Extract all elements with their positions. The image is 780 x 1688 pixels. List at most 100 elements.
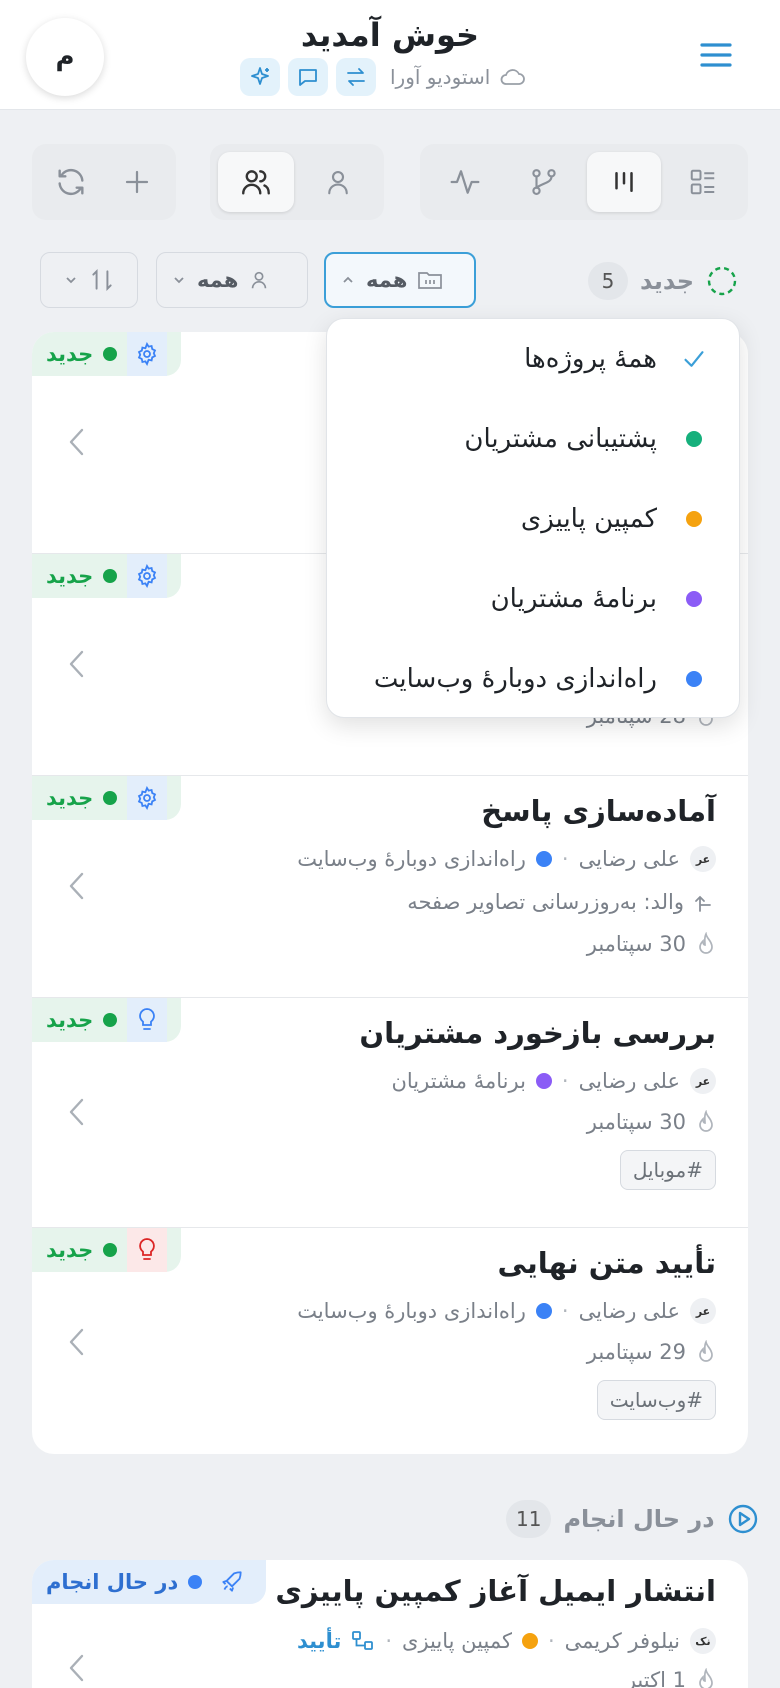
status-badge: در حال انجام — [32, 1560, 267, 1604]
status-badge: جدید — [32, 998, 182, 1042]
sparkle-icon — [251, 67, 269, 85]
project-color-dot — [686, 431, 702, 447]
task-card[interactable]: جدید تأیید متن نهایی عر علی رضایی · راه‌… — [32, 1228, 748, 1454]
team-scope-button[interactable] — [218, 152, 294, 212]
due-date: 30 سپتامبر — [587, 1110, 716, 1134]
assignee-avatar: عر — [690, 1068, 716, 1094]
flame-icon — [699, 932, 713, 954]
project-name: برنامهٔ مشتریان — [391, 1069, 526, 1093]
scope-toggle — [210, 144, 384, 220]
header-subrow: استودیو آورا — [240, 58, 526, 96]
refresh-icon — [58, 168, 84, 196]
parent-task: والد: به‌روزرسانی تصاویر صفحه — [407, 890, 716, 914]
dropdown-item-project[interactable]: کمپین پاییزی — [327, 479, 741, 559]
status-badge: جدید — [32, 776, 182, 820]
chat-button[interactable] — [288, 58, 328, 96]
activity-view-button[interactable] — [428, 152, 502, 212]
task-meta: عر علی رضایی · راه‌اندازی دوبارهٔ وب‌سای… — [297, 1298, 716, 1324]
page-title: خوش آمدید — [300, 16, 480, 54]
ai-sparkle-button[interactable] — [240, 58, 280, 96]
assignee-name: علی رضایی — [578, 1069, 680, 1093]
chevron-left-icon[interactable] — [62, 422, 92, 462]
dropdown-item-project[interactable]: راه‌اندازی دوبارهٔ وب‌سایت — [327, 639, 741, 719]
flame-icon — [699, 1668, 713, 1688]
due-date: 1 اکتبر — [626, 1668, 716, 1688]
hamburger-icon — [700, 43, 732, 67]
list-icon — [691, 169, 715, 195]
branch-view-button[interactable] — [508, 152, 582, 212]
task-tag[interactable]: #موبایل — [619, 1150, 716, 1190]
dropdown-item-project[interactable]: پشتیبانی مشتریان — [327, 399, 741, 479]
play-circle-icon — [728, 1504, 757, 1534]
chevron-left-icon[interactable] — [62, 1322, 92, 1362]
assignee-avatar: نک — [690, 1628, 716, 1654]
status-dot — [188, 1575, 203, 1589]
project-name: کمپین پاییزی — [402, 1629, 512, 1653]
users-icon — [242, 170, 270, 195]
project-filter-dropdown: همهٔ پروژه‌ها پشتیبانی مشتریان کمپین پای… — [326, 318, 740, 718]
task-meta: نک نیلوفر کریمی · کمپین پاییزی · تأیید — [297, 1628, 716, 1654]
plus-icon — [125, 170, 149, 194]
view-toggle — [420, 144, 748, 220]
workspace-name: استودیو آورا — [390, 65, 526, 89]
add-button[interactable] — [106, 152, 168, 212]
rocket-icon — [212, 1560, 252, 1604]
chevron-left-icon[interactable] — [62, 1092, 92, 1132]
task-card[interactable]: جدید آماده‌سازی پاسخ عر علی رضایی · راه‌… — [32, 776, 748, 998]
project-color-dot — [686, 511, 702, 527]
assignee-name: علی رضایی — [578, 1299, 680, 1323]
section-label: در حال انجام — [563, 1505, 715, 1533]
app-header: م خوش آمدید استودیو آورا — [0, 0, 780, 110]
dropdown-item-all-projects[interactable]: همهٔ پروژه‌ها — [327, 319, 741, 399]
project-color-dot — [686, 591, 702, 607]
dropdown-item-project[interactable]: برنامهٔ مشتریان — [327, 559, 741, 639]
assignee-avatar: عر — [690, 1298, 716, 1324]
status-dot — [103, 347, 118, 361]
project-color-dot — [686, 671, 702, 687]
in-progress-task-card[interactable]: در حال انجام انتشار ایمیل آغاز کمپین پای… — [32, 1560, 748, 1688]
assignee-name: علی رضایی — [578, 847, 680, 871]
board-view-button[interactable] — [587, 152, 661, 212]
task-meta: عر علی رضایی · راه‌اندازی دوبارهٔ وب‌سای… — [297, 846, 716, 872]
status-badge: جدید — [32, 332, 182, 376]
project-dot — [535, 1073, 552, 1089]
action-toolbar — [32, 144, 176, 220]
status-badge: جدید — [32, 554, 182, 598]
chevron-left-icon[interactable] — [62, 644, 92, 684]
status-new-icon — [707, 266, 737, 296]
user-avatar[interactable]: م — [26, 18, 104, 96]
task-title: تأیید متن نهایی — [497, 1246, 717, 1280]
sort-icon — [92, 268, 112, 292]
lightbulb-icon — [127, 998, 168, 1042]
task-title: آماده‌سازی پاسخ — [481, 794, 716, 828]
task-tag[interactable]: #وب‌سایت — [596, 1380, 716, 1420]
gear-icon — [127, 776, 168, 820]
personal-scope-button[interactable] — [300, 152, 376, 212]
chevron-left-icon[interactable] — [62, 866, 92, 906]
due-date: 30 سپتامبر — [587, 932, 716, 956]
workflow-icon — [352, 1631, 374, 1650]
gear-icon — [127, 554, 168, 598]
task-card[interactable]: جدید بررسی بازخورد مشتریان عر علی رضایی … — [32, 998, 748, 1228]
refresh-button[interactable] — [40, 152, 102, 212]
assignee-filter-value: همه — [197, 268, 239, 292]
status-dot — [103, 1243, 118, 1257]
task-title: انتشار ایمیل آغاز کمپین پاییزی — [275, 1574, 716, 1608]
approval-label[interactable]: تأیید — [297, 1629, 341, 1653]
flame-icon — [699, 1110, 713, 1132]
swap-arrows-icon — [347, 68, 365, 86]
assignee-filter[interactable]: همه — [156, 252, 308, 308]
chevron-left-icon[interactable] — [62, 1648, 92, 1688]
section-count: 11 — [506, 1500, 552, 1538]
project-dot — [521, 1633, 538, 1649]
sort-button[interactable] — [40, 252, 138, 308]
gear-icon — [127, 332, 168, 376]
project-filter[interactable]: همه — [324, 252, 476, 308]
project-dot — [535, 851, 552, 867]
status-dot — [103, 569, 118, 583]
chevron-down-icon — [66, 277, 76, 284]
chevron-up-icon — [343, 276, 353, 283]
list-view-button[interactable] — [667, 152, 741, 212]
menu-button[interactable] — [696, 38, 736, 72]
switch-workspace-button[interactable] — [336, 58, 376, 96]
